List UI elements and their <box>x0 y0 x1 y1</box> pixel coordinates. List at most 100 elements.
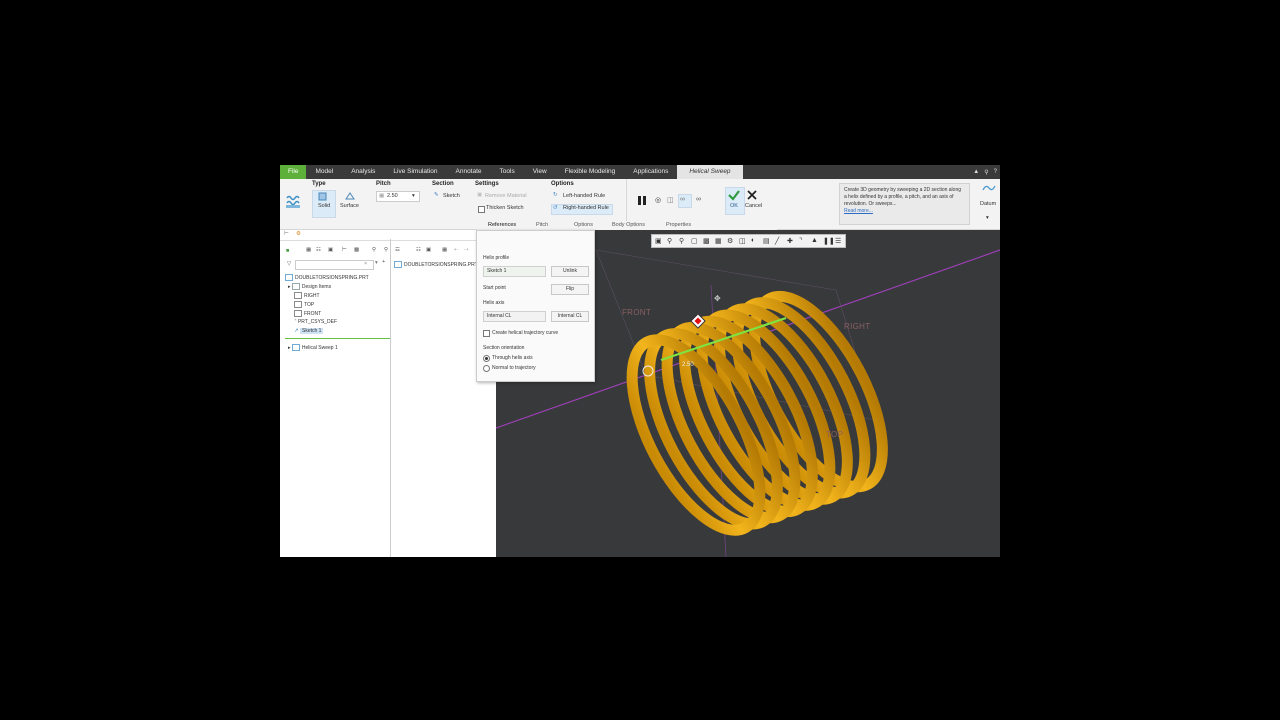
helix-axis-collector[interactable]: Internal CL <box>483 311 546 322</box>
pitch-input[interactable]: ▦ 2.50 ▾ <box>376 191 420 202</box>
chevron-down-icon[interactable]: ▾ <box>375 260 378 266</box>
tab-body-options[interactable]: Body Options <box>612 222 645 228</box>
cancel-button[interactable]: Cancel <box>745 203 762 209</box>
right-handed-icon: ↺ <box>553 205 558 211</box>
repaint-icon[interactable]: ▢ <box>691 237 698 245</box>
close-icon[interactable] <box>747 190 757 200</box>
zoom-in-icon[interactable]: ⚲ <box>667 237 672 245</box>
tab-view[interactable]: View <box>524 165 556 179</box>
helix-profile-collector[interactable]: Sketch 1 <box>483 266 546 277</box>
zoom-out-icon[interactable]: ⚲ <box>679 237 684 245</box>
glasses-icon[interactable]: ∞ <box>696 196 701 203</box>
check-icon <box>728 190 740 201</box>
tree-item-csys[interactable]: ⌝ PRT_CSYS_DEF <box>294 319 337 325</box>
perspective-icon[interactable]: ◫ <box>739 237 746 245</box>
remove-material-button[interactable]: Remove Material <box>485 193 527 199</box>
tree-layers-icon[interactable]: ▩ <box>354 247 359 253</box>
flip-button[interactable]: Flip <box>551 284 589 295</box>
arrow-back-icon[interactable]: ⇠ <box>454 247 459 253</box>
pane-splitter[interactable] <box>390 239 391 557</box>
normal-trajectory-radio[interactable] <box>483 365 490 372</box>
folder-icon <box>291 283 300 290</box>
detail-tree-icon[interactable]: ☲ <box>395 247 400 253</box>
tab-file[interactable]: File <box>280 165 307 179</box>
pitch-dimension-label[interactable]: 2.50 <box>682 362 694 368</box>
tree-item-helical-sweep[interactable]: ▸ Helical Sweep 1 <box>288 344 338 351</box>
refit-icon[interactable]: ▣ <box>655 237 662 245</box>
saved-views-icon[interactable]: ▦ <box>715 237 722 245</box>
tab-helical-sweep[interactable]: Helical Sweep <box>677 165 743 179</box>
datum-icon[interactable] <box>982 183 996 193</box>
more-tools-icon[interactable]: ☰ <box>835 237 841 245</box>
ok-label: OK <box>730 203 738 209</box>
plane-display-icon[interactable]: ▤ <box>763 237 770 245</box>
tree-show-icon[interactable]: ▣ <box>328 247 333 253</box>
tab-references[interactable]: References <box>488 222 516 228</box>
tab-analysis[interactable]: Analysis <box>342 165 384 179</box>
tree-expand-icon[interactable]: ⊢ <box>342 247 347 253</box>
left-handed-rule-button[interactable]: Left-handed Rule <box>563 193 605 199</box>
chevron-down-icon[interactable]: ▾ <box>412 193 415 199</box>
tab-options[interactable]: Options <box>574 222 593 228</box>
unlink-button[interactable]: Unlink <box>551 266 589 277</box>
display-style-icon[interactable]: ▩ <box>703 237 710 245</box>
arrow-forward-icon[interactable]: ⇢ <box>464 247 469 253</box>
tree-item-sketch[interactable]: ↗ Sketch 1 <box>294 328 324 334</box>
tab-annotate[interactable]: Annotate <box>447 165 491 179</box>
minimize-ribbon-icon[interactable]: ▲ <box>973 169 979 175</box>
tree-columns-icon[interactable]: ☷ <box>316 247 321 253</box>
datum-chevron-down-icon[interactable]: ▾ <box>986 215 989 221</box>
datum-display-icon[interactable]: ◐ <box>751 237 755 244</box>
detail-filter-icon[interactable]: ▦ <box>442 247 447 253</box>
section-orientation-label: Section orientation <box>483 345 525 351</box>
search-icon[interactable]: ⚲ <box>984 169 988 176</box>
surface-icon[interactable] <box>345 192 355 201</box>
tree-item-design-items[interactable]: ▸ Design Items <box>288 283 331 290</box>
pause-icon[interactable] <box>637 195 647 206</box>
tree-item-top[interactable]: TOP <box>294 301 314 308</box>
tree-nav-icon[interactable]: ⊢ <box>284 231 289 237</box>
datum-label: Datum <box>980 201 997 207</box>
sketch-button[interactable]: Sketch <box>443 193 460 199</box>
part-icon <box>394 261 402 268</box>
tree-search-icon[interactable]: ⚲ <box>384 247 388 253</box>
tree-item-front[interactable]: FRONT <box>294 310 321 317</box>
detail-tree-root[interactable]: DOUBLETORSIONSPRING.PRT <box>394 261 478 268</box>
thicken-sketch-checkbox[interactable] <box>478 206 485 213</box>
group-title-options: Options <box>551 181 574 187</box>
preview-icon[interactable]: ◎ <box>655 196 661 204</box>
verify-icon[interactable]: ◫ <box>667 196 674 204</box>
csys-display-icon[interactable]: ⌝ <box>799 237 802 245</box>
tab-tools[interactable]: Tools <box>491 165 524 179</box>
read-more-link[interactable]: Read more... <box>844 208 965 215</box>
tab-flexible-modeling[interactable]: Flexible Modeling <box>556 165 625 179</box>
add-column-icon[interactable]: + <box>382 259 385 265</box>
pause-regen-icon[interactable]: ❚❚ <box>823 237 835 245</box>
tree-filter-icon[interactable]: ▦ <box>306 247 311 253</box>
group-title-settings: Settings <box>475 181 499 187</box>
tab-applications[interactable]: Applications <box>624 165 677 179</box>
tree-find-icon[interactable]: ⚲ <box>372 247 376 253</box>
tab-live-simulation[interactable]: Live Simulation <box>384 165 446 179</box>
detail-show-icon[interactable]: ▣ <box>426 247 431 253</box>
tree-root[interactable]: DOUBLETORSIONSPRING.PRT <box>285 274 369 281</box>
through-axis-radio[interactable] <box>483 355 490 362</box>
detail-columns-icon[interactable]: ☷ <box>416 247 421 253</box>
annotation-display-icon[interactable]: ▲ <box>811 237 818 244</box>
create-trajectory-checkbox[interactable] <box>483 330 490 337</box>
tab-properties[interactable]: Properties <box>666 222 691 228</box>
help-icon[interactable]: ? <box>994 169 997 175</box>
datum-label-right: RIGHT <box>844 322 871 331</box>
axis-display-icon[interactable]: ╱ <box>775 237 779 245</box>
folder-browser-icon[interactable]: ⚙ <box>296 231 301 237</box>
point-display-icon[interactable]: ✚ <box>787 237 793 245</box>
clear-search-icon[interactable]: × <box>364 261 367 267</box>
internal-cl-button[interactable]: Internal CL <box>551 311 589 322</box>
tab-model[interactable]: Model <box>306 165 342 179</box>
tree-search-input[interactable] <box>295 260 374 270</box>
tree-settings-icon[interactable]: ■ <box>286 248 289 254</box>
view-manager-icon[interactable]: ⚙ <box>727 237 733 245</box>
tree-item-right[interactable]: RIGHT <box>294 292 320 299</box>
window-controls: ▲ ⚲ ? <box>973 165 997 179</box>
tab-pitch[interactable]: Pitch <box>536 222 548 228</box>
